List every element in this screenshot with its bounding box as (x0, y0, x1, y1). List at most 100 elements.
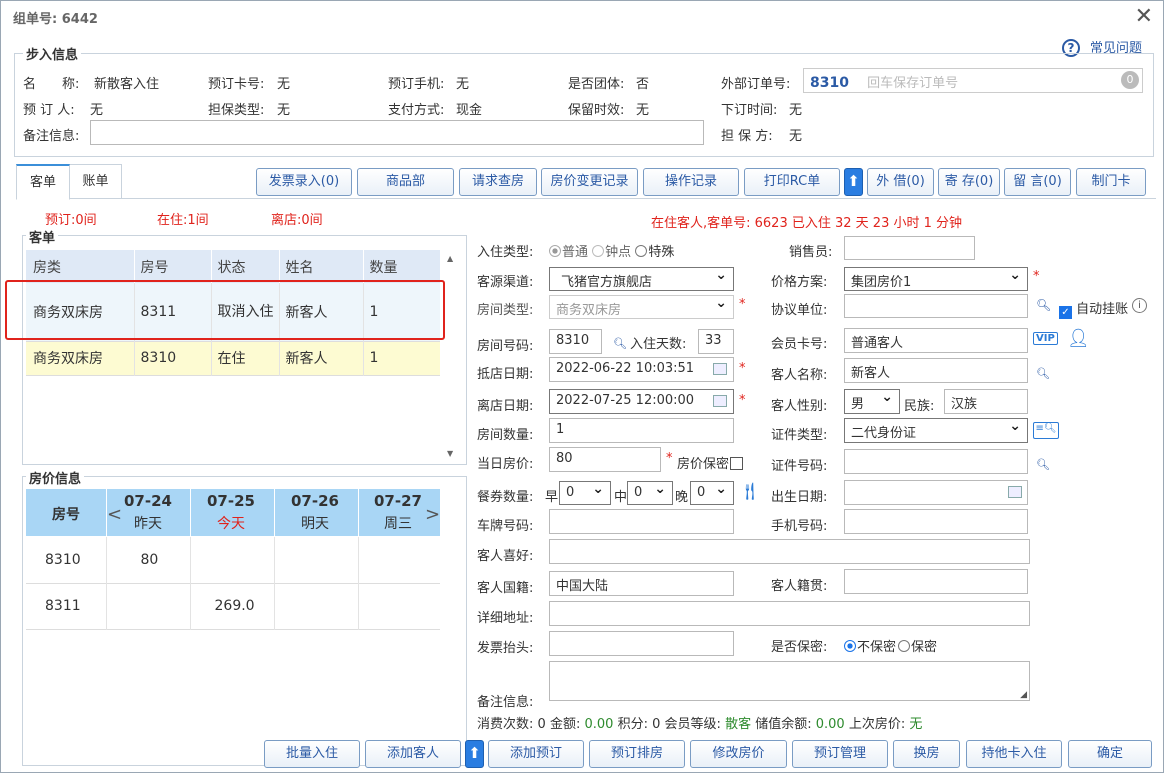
dinner-select[interactable]: 0 (690, 481, 734, 505)
price-secret-checkbox[interactable]: 房价保密 (677, 453, 744, 472)
room-search-icon[interactable]: 🔍︎ (613, 337, 627, 350)
channel-select[interactable]: 飞猪官方旗舰店 (549, 267, 734, 291)
breakfast-select[interactable]: 0 (559, 481, 611, 505)
goods-button[interactable]: 商品部 (357, 168, 454, 196)
birth-input[interactable] (844, 480, 1028, 505)
id-type-label: 证件类型: (771, 428, 828, 443)
country-input[interactable]: 中国大陆 (549, 571, 734, 596)
add-guest-button[interactable]: 添加客人 (365, 740, 461, 768)
form-note-textarea[interactable]: ◢ (549, 661, 1030, 701)
sales-input[interactable] (844, 236, 975, 260)
day-label-3: 周三 (384, 516, 412, 532)
checkin-type-radios[interactable]: 普通 钟点 特殊 (549, 241, 674, 260)
auto-charge-checkbox[interactable]: ✓ 自动挂账 (1059, 298, 1128, 319)
agreement-label: 协议单位: (771, 303, 828, 318)
confirm-button[interactable]: 确定 (1068, 740, 1152, 768)
change-room-button[interactable]: 换房 (893, 740, 960, 768)
info-icon[interactable]: i (1132, 298, 1147, 313)
mobile-label: 手机号码: (771, 519, 828, 534)
room-count-input[interactable]: 1 (549, 418, 734, 443)
agreement-input[interactable] (844, 294, 1028, 318)
entry-info-legend: 步入信息 (23, 44, 82, 63)
member-card-input[interactable]: 普通客人 (844, 328, 1028, 353)
lunch-select[interactable]: 0 (627, 481, 673, 505)
nation-input[interactable]: 汉族 (944, 389, 1028, 414)
guest-name-input[interactable]: 新客人 (844, 358, 1028, 383)
address-input[interactable] (549, 601, 1030, 626)
ext-order-input[interactable]: 8310 回车保存订单号 0 (803, 68, 1143, 93)
arrow-up-icon[interactable]: ⬆ (844, 168, 863, 196)
invoice-entry-button[interactable]: 发票录入(0) (256, 168, 352, 196)
title-bar: 组单号: 6442 ✕ (1, 1, 1163, 33)
deposit-button[interactable]: 寄 存(0) (938, 168, 1000, 196)
channel-label: 客源渠道: (477, 275, 534, 290)
booking-manage-button[interactable]: 预订管理 (792, 740, 888, 768)
depart-date-input[interactable]: 2022-07-25 12:00:00 (549, 389, 734, 414)
guarantor-value: 无 (789, 129, 803, 144)
price-change-log-button[interactable]: 房价变更记录 (541, 168, 638, 196)
add-booking-button[interactable]: 添加预订 (488, 740, 584, 768)
id-scan-icon[interactable]: ≡🔍︎ (1033, 422, 1059, 439)
gender-select[interactable]: 男 (844, 389, 900, 414)
message-button[interactable]: 留 言(0) (1004, 168, 1071, 196)
selected-row-highlight (5, 280, 445, 340)
tab-guest[interactable]: 客单 (16, 164, 70, 200)
table-row[interactable]: 商务双床房 8310 在住 新客人 1 (26, 341, 440, 375)
print-rc-button[interactable]: 打印RC单 (744, 168, 840, 196)
batch-checkin-button[interactable]: 批量入住 (264, 740, 360, 768)
guarantor-label: 担 保 方: (721, 129, 773, 144)
close-icon[interactable]: ✕ (1135, 4, 1153, 29)
id-no-input[interactable] (844, 449, 1028, 474)
id-type-select[interactable]: 二代身份证 (844, 418, 1028, 443)
calendar-icon[interactable] (713, 363, 727, 375)
guest-list-scrollbar[interactable]: ▲ ▼ (445, 250, 459, 460)
operation-log-button[interactable]: 操作记录 (643, 168, 739, 196)
radio-hourly[interactable] (592, 245, 605, 257)
dialog-window: 组单号: 6442 ✕ ? 常见问题 步入信息 名 称: 新散客入住 预订卡号: … (0, 0, 1164, 773)
search-icon[interactable]: 🔍︎ (1036, 298, 1051, 312)
phone-label: 预订手机: (388, 77, 445, 92)
plate-input[interactable] (549, 509, 734, 534)
calendar-icon[interactable] (713, 395, 727, 407)
booker-label: 预 订 人: (23, 103, 75, 118)
modify-price-button[interactable]: 修改房价 (690, 740, 787, 768)
price-plan-select[interactable]: 集团房价1 (844, 267, 1028, 291)
stay-days-label: 入住天数: (630, 337, 687, 352)
other-card-checkin-button[interactable]: 持他卡入住 (966, 740, 1062, 768)
depart-date-label: 离店日期: (477, 399, 534, 414)
day-label-0: 昨天 (134, 516, 162, 532)
tab-bill[interactable]: 账单 (70, 164, 122, 199)
day-label-2: 明天 (301, 516, 329, 532)
lend-button[interactable]: 外 借(0) (867, 168, 934, 196)
request-checkroom-button[interactable]: 请求查房 (459, 168, 537, 196)
stay-days-input[interactable]: 33 (698, 329, 734, 354)
name-value: 新散客入住 (94, 77, 160, 92)
day-date-0: 07-24 (124, 492, 172, 510)
room-no-input[interactable]: 8310 (549, 329, 602, 354)
booking-assign-button[interactable]: 预订排房 (589, 740, 685, 768)
radio-normal[interactable] (549, 245, 561, 257)
cutlery-icon[interactable]: 🍴︎ (739, 482, 761, 502)
radio-not-secret[interactable] (844, 640, 856, 652)
arrive-date-input[interactable]: 2022-06-22 10:03:51 (549, 357, 734, 382)
secret-radios[interactable]: 不保密 保密 (844, 636, 937, 655)
id-search-icon[interactable]: 🔍︎ (1036, 458, 1050, 471)
radio-secret[interactable] (898, 640, 911, 652)
mobile-input[interactable] (844, 509, 1028, 534)
add-user-icon[interactable]: 👤︎ (1067, 328, 1090, 349)
make-card-button[interactable]: 制门卡 (1076, 168, 1146, 196)
guarantee-type-label: 担保类型: (208, 103, 265, 118)
hobby-input[interactable] (549, 539, 1030, 564)
name-label: 名 称: (23, 77, 80, 92)
room-type-select[interactable]: 商务双床房 (549, 295, 734, 319)
calendar-icon[interactable] (1008, 486, 1022, 498)
group-order-title: 组单号: 6442 (13, 12, 98, 27)
entry-note-input[interactable] (90, 120, 704, 145)
guest-search-icon[interactable]: 🔍︎ (1036, 367, 1050, 380)
vip-icon[interactable]: VIP (1033, 332, 1058, 345)
native-input[interactable] (844, 569, 1028, 594)
arrow-up-icon[interactable]: ⬆ (465, 740, 484, 768)
radio-special[interactable] (635, 245, 648, 257)
invoice-title-input[interactable] (549, 631, 734, 656)
today-price-input[interactable]: 80 (549, 447, 661, 472)
